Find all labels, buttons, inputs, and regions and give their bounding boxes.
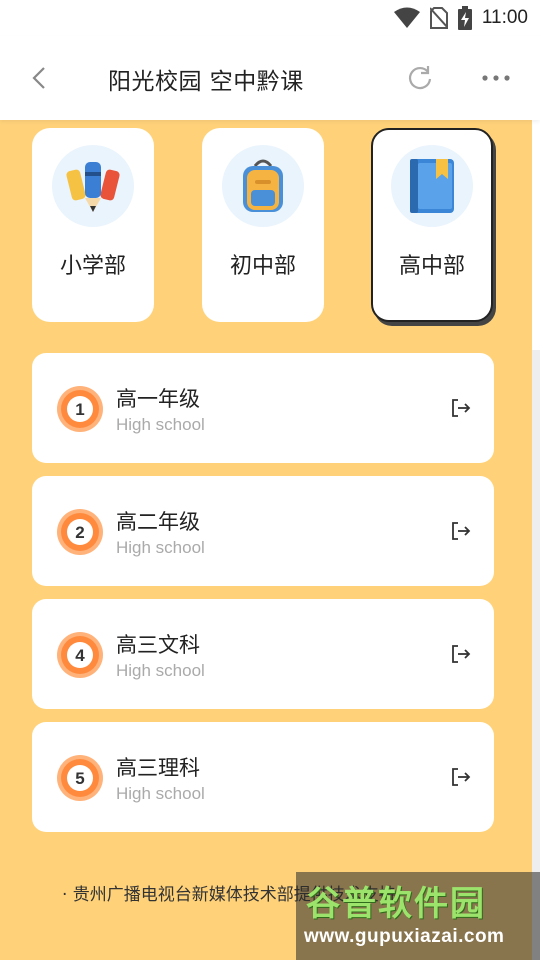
back-arrow-icon xyxy=(32,67,45,89)
pencils-icon xyxy=(66,162,120,212)
enter-arrow-icon[interactable] xyxy=(450,520,472,542)
back-button[interactable] xyxy=(24,62,56,94)
enter-arrow-icon[interactable] xyxy=(450,766,472,788)
grade-title: 高三文科 xyxy=(116,633,200,657)
category-label: 初中部 xyxy=(229,254,296,279)
grade-number: 4 xyxy=(75,646,85,665)
category-icon-wrap xyxy=(222,145,304,227)
category-label: 小学部 xyxy=(59,254,126,279)
grade-number-badge: 5 xyxy=(57,755,103,801)
grade-title: 高一年级 xyxy=(116,387,200,411)
more-button[interactable] xyxy=(480,62,512,94)
content-area: 小学部 初中部 高中部 1 高一年级 High school 2 高二年级 Hi… xyxy=(0,120,532,960)
backpack-icon xyxy=(243,159,283,212)
book-icon xyxy=(410,159,454,213)
category-icon-wrap xyxy=(391,145,473,227)
no-sim-icon xyxy=(429,7,448,29)
battery-charging-icon xyxy=(457,6,472,30)
status-bar: 11:00 xyxy=(0,0,540,36)
watermark-title: 谷普软件园 xyxy=(306,884,486,924)
grade-number: 5 xyxy=(75,769,84,788)
grade-card[interactable]: 4 高三文科 High school xyxy=(32,599,494,709)
grade-number-badge: 1 xyxy=(57,386,103,432)
grade-card[interactable]: 1 高一年级 High school xyxy=(32,353,494,463)
wifi-icon xyxy=(393,7,420,28)
category-label: 高中部 xyxy=(398,254,465,279)
grade-subtitle: High school xyxy=(116,538,205,557)
grade-card[interactable]: 5 高三理科 High school xyxy=(32,722,494,832)
category-junior[interactable]: 初中部 xyxy=(202,128,324,322)
grade-card[interactable]: 2 高二年级 High school xyxy=(32,476,494,586)
grade-number-badge: 2 xyxy=(57,509,103,555)
category-primary[interactable]: 小学部 xyxy=(32,128,154,322)
page-title: 阳光校园 空中黔课 xyxy=(108,69,304,95)
grade-title: 高二年级 xyxy=(116,510,200,534)
scroll-edge xyxy=(532,350,540,960)
category-icon-wrap xyxy=(52,145,134,227)
watermark-url: www.gupuxiazai.com xyxy=(304,926,505,947)
grade-number: 1 xyxy=(75,400,84,419)
category-senior[interactable]: 高中部 xyxy=(371,128,493,322)
status-icons: 11:00 xyxy=(393,4,528,32)
refresh-button[interactable] xyxy=(404,62,436,94)
app-bar: 阳光校园 空中黔课 xyxy=(0,36,540,120)
more-dots-icon xyxy=(482,75,510,81)
watermark: 谷普软件园 www.gupuxiazai.com xyxy=(296,872,540,960)
status-time: 11:00 xyxy=(481,7,528,28)
grade-subtitle: High school xyxy=(116,661,205,680)
refresh-icon xyxy=(408,66,432,90)
enter-arrow-icon[interactable] xyxy=(450,643,472,665)
grade-number-badge: 4 xyxy=(57,632,103,678)
grade-subtitle: High school xyxy=(116,784,205,803)
enter-arrow-icon[interactable] xyxy=(450,397,472,419)
grade-title: 高三理科 xyxy=(116,756,200,780)
grade-number: 2 xyxy=(75,523,84,542)
grade-subtitle: High school xyxy=(116,415,205,434)
